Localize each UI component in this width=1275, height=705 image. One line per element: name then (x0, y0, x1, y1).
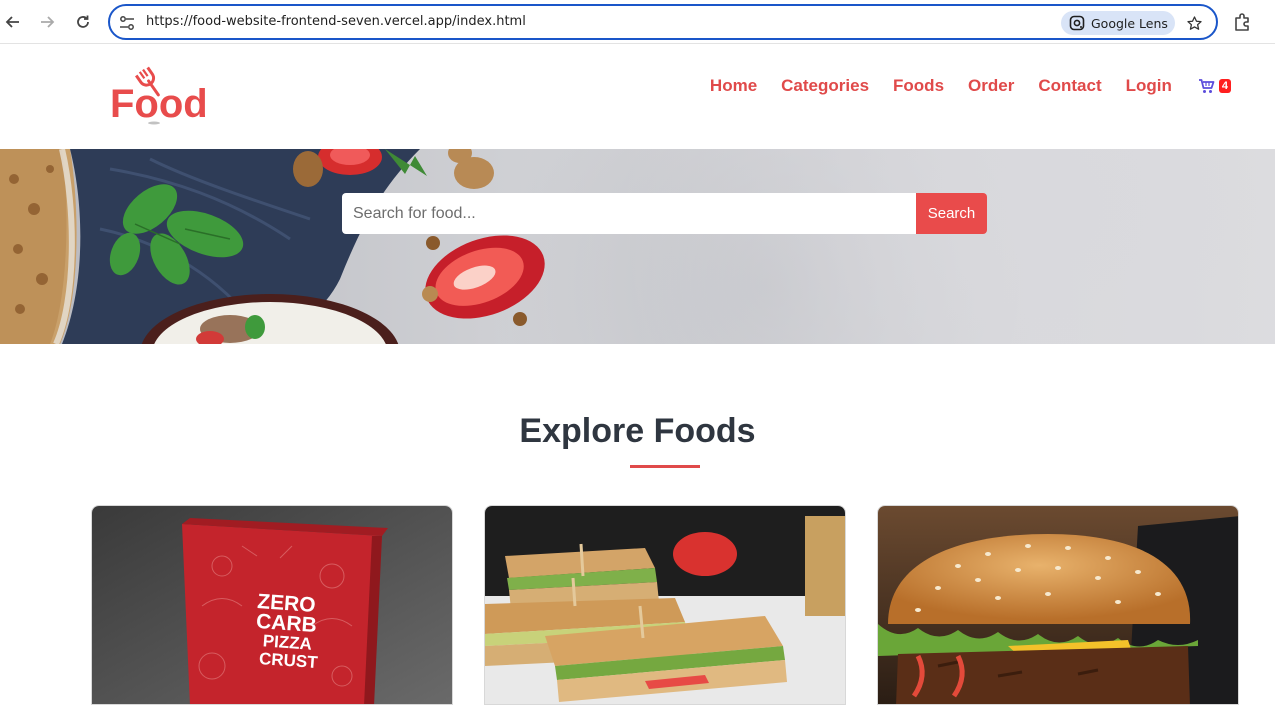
sandwich-image (485, 506, 845, 704)
bookmark-star-icon[interactable] (1183, 12, 1205, 34)
search-input[interactable] (342, 193, 916, 234)
extensions-icon[interactable] (1232, 11, 1254, 33)
nav-categories[interactable]: Categories (781, 76, 869, 96)
site-info-icon[interactable] (118, 14, 136, 32)
food-background-image (0, 149, 545, 344)
nav-foods[interactable]: Foods (893, 76, 944, 96)
hero-banner: Search (0, 149, 1275, 344)
section-title: Explore Foods (519, 412, 756, 450)
pizza-box-image: ZERO CARB PIZZA CRUST (92, 506, 452, 704)
food-logo[interactable]: Food (104, 65, 208, 129)
google-lens-label: Google Lens (1091, 15, 1168, 31)
title-underline (630, 465, 700, 468)
google-lens-icon (1069, 15, 1085, 31)
address-bar[interactable]: https://food-website-frontend-seven.verc… (108, 4, 1218, 40)
logo-text: Food (110, 82, 208, 126)
cart-button[interactable]: 4 (1198, 78, 1231, 94)
back-arrow-icon[interactable] (2, 11, 24, 33)
google-lens-button[interactable]: Google Lens (1061, 11, 1175, 35)
burger-image (878, 506, 1238, 704)
search-bar: Search (342, 193, 987, 234)
forward-arrow-icon[interactable] (36, 11, 58, 33)
site-header: Food Home Categories Foods Order Contact… (0, 45, 1275, 149)
food-card-pizza[interactable]: ZERO CARB PIZZA CRUST (91, 505, 453, 705)
search-button[interactable]: Search (916, 193, 987, 234)
nav-home[interactable]: Home (710, 76, 757, 96)
food-card-burger[interactable] (877, 505, 1239, 705)
nav-contact[interactable]: Contact (1038, 76, 1101, 96)
nav-login[interactable]: Login (1126, 76, 1172, 96)
cart-count-badge: 4 (1218, 79, 1231, 93)
main-navigation: Home Categories Foods Order Contact Logi… (710, 76, 1231, 96)
shopping-cart-icon (1198, 79, 1215, 93)
url-text[interactable]: https://food-website-frontend-seven.verc… (146, 14, 526, 29)
nav-order[interactable]: Order (968, 76, 1014, 96)
food-card-sandwich[interactable] (484, 505, 846, 705)
reload-icon[interactable] (72, 11, 94, 33)
browser-toolbar: https://food-website-frontend-seven.verc… (0, 0, 1275, 44)
